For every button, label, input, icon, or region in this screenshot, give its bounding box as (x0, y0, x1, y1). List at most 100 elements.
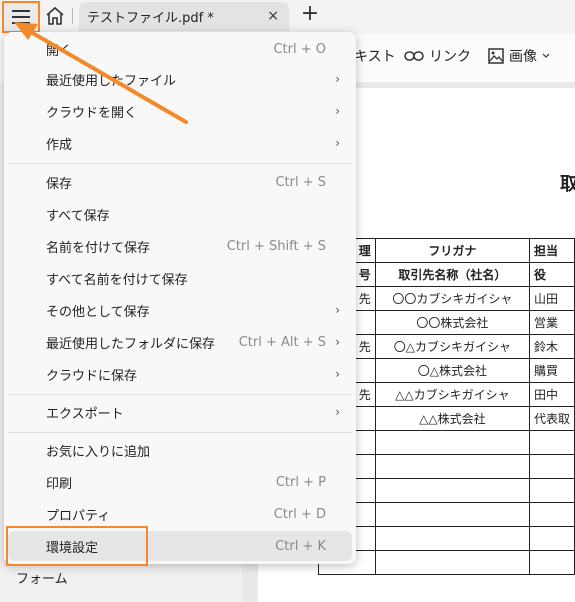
table-cell: 役 (528, 262, 575, 287)
table-cell (528, 430, 575, 455)
menu-item-label: すべて保存 (46, 208, 110, 224)
menu-item-open[interactable]: 開く Ctrl + O (8, 34, 352, 64)
chevron-down-icon (542, 53, 550, 58)
menu-item-save-to-recent-folder[interactable]: 最近使用したフォルダに保存 Ctrl + Alt + S › (8, 327, 352, 357)
table-cell: 田中 (528, 382, 575, 407)
table-row (318, 454, 575, 479)
table-cell: フリガナ (374, 238, 530, 263)
menu-item-label: 保存 (46, 176, 73, 192)
link-icon (404, 51, 424, 61)
table-cell: 山田 (528, 286, 575, 311)
table-cell: △△株式会社 (374, 406, 530, 431)
tab-title: テストファイル.pdf * (87, 11, 214, 26)
menu-item-label: 開く (46, 43, 73, 59)
close-tab-icon[interactable]: × (267, 8, 279, 24)
link-tool-label: リンク (429, 49, 471, 65)
menu-item-recent-files[interactable]: 最近使用したファイル › (8, 64, 352, 94)
home-button[interactable] (42, 4, 68, 28)
table-cell: 〇△株式会社 (374, 358, 530, 383)
table-row (318, 502, 575, 527)
menu-item-save-all[interactable]: すべて保存 (8, 199, 352, 229)
tab-separator (72, 8, 73, 24)
menu-item-add-to-favorites[interactable]: お気に入りに追加 (8, 435, 352, 465)
hamburger-icon (12, 10, 30, 24)
table-row (318, 430, 575, 455)
chevron-right-icon: › (335, 335, 340, 349)
table-cell: 購買 (528, 358, 575, 383)
image-tool[interactable]: 画像 (488, 46, 550, 66)
table-cell: 鈴木 (528, 334, 575, 359)
table-row: 先 〇〇カブシキガイシャ 山田 (318, 286, 575, 311)
menu-item-label: エクスポート (46, 406, 124, 422)
menu-item-label: お気に入りに追加 (46, 444, 151, 460)
table-cell: 〇〇カブシキガイシャ (374, 286, 530, 311)
menu-divider (8, 432, 352, 433)
menu-item-label: 印刷 (46, 476, 73, 492)
menu-item-create[interactable]: 作成 › (8, 128, 352, 158)
table-cell: 担当 (528, 238, 575, 263)
highlight-box (6, 526, 148, 566)
menu-item-shortcut: Ctrl + Alt + S (238, 334, 326, 350)
table-cell (528, 526, 575, 551)
menu-item-label: 名前を付けて保存 (46, 240, 151, 256)
menu-item-export[interactable]: エクスポート › (8, 397, 352, 427)
menu-item-label: クラウドを開く (46, 105, 138, 121)
table-row (318, 526, 575, 551)
table-cell: 〇〇株式会社 (374, 310, 530, 335)
menu-item-properties[interactable]: プロパティ Ctrl + D (8, 499, 352, 529)
document-tab[interactable]: テストファイル.pdf * × (79, 2, 289, 31)
menu-item-save[interactable]: 保存 Ctrl + S (8, 167, 352, 197)
menu-divider (8, 394, 352, 395)
menu-item-label: すべて名前を付けて保存 (46, 272, 188, 288)
table-row (318, 478, 575, 503)
menu-item-label: プロパティ (46, 508, 111, 524)
chevron-right-icon: › (335, 303, 340, 317)
text-tool[interactable]: キスト (354, 46, 396, 66)
image-tool-label: 画像 (509, 49, 537, 65)
table-cell: 営業 (528, 310, 575, 335)
menu-item-save-to-cloud[interactable]: クラウドに保存 › (8, 359, 352, 389)
table-cell (374, 550, 530, 575)
hamburger-menu-button[interactable] (2, 1, 40, 33)
menu-item-save-all-as[interactable]: すべて名前を付けて保存 (8, 263, 352, 293)
menu-item-shortcut: Ctrl + Shift + S (226, 238, 326, 254)
menu-item-print[interactable]: 印刷 Ctrl + P (8, 467, 352, 497)
table-cell (374, 430, 530, 455)
menu-item-label: 作成 (46, 137, 73, 153)
chevron-right-icon: › (335, 367, 340, 381)
menu-item-label: クラウドに保存 (46, 368, 138, 384)
chevron-right-icon: › (335, 136, 340, 150)
chevron-right-icon: › (335, 104, 340, 118)
table-cell (528, 550, 575, 575)
table-cell (374, 502, 530, 527)
table-row: △△株式会社 代表取 (318, 406, 575, 431)
menu-item-open-cloud[interactable]: クラウドを開く › (8, 96, 352, 126)
document-title: 取 (560, 174, 575, 195)
table-cell (528, 478, 575, 503)
table-row: 〇△株式会社 購買 (318, 358, 575, 383)
menu-item-shortcut: Ctrl + O (273, 41, 326, 57)
menu-item-save-as-other[interactable]: その他として保存 › (8, 295, 352, 325)
sidebar-form-label[interactable]: フォーム (16, 568, 68, 587)
menu-item-shortcut: Ctrl + P (275, 474, 326, 490)
link-tool[interactable]: リンク (404, 46, 471, 66)
table-cell (374, 478, 530, 503)
table-row: 〇〇株式会社 営業 (318, 310, 575, 335)
home-icon (46, 6, 64, 25)
table-cell (528, 454, 575, 479)
menu-item-shortcut: Ctrl + K (275, 538, 326, 554)
new-tab-button[interactable]: + (298, 3, 322, 27)
menu-item-shortcut: Ctrl + S (275, 174, 326, 190)
table-row (318, 550, 575, 575)
table-cell (374, 454, 530, 479)
table-row: 先 〇△カブシキガイシャ 鈴木 (318, 334, 575, 359)
menu-item-label: 最近使用したファイル (46, 73, 177, 89)
chevron-right-icon: › (335, 72, 340, 86)
tab-bar: テストファイル.pdf * × + (0, 0, 575, 33)
menu-item-label: 最近使用したフォルダに保存 (46, 336, 216, 352)
menu-item-shortcut: Ctrl + D (273, 506, 326, 522)
menu-item-save-as[interactable]: 名前を付けて保存 Ctrl + Shift + S (8, 231, 352, 261)
document-table: 理 フリガナ 担当 号 取引先名称（社名） 役 先 〇〇カブシキガイシャ 山田 … (318, 238, 575, 575)
table-cell (374, 526, 530, 551)
table-row: 先 △△カブシキガイシャ 田中 (318, 382, 575, 407)
